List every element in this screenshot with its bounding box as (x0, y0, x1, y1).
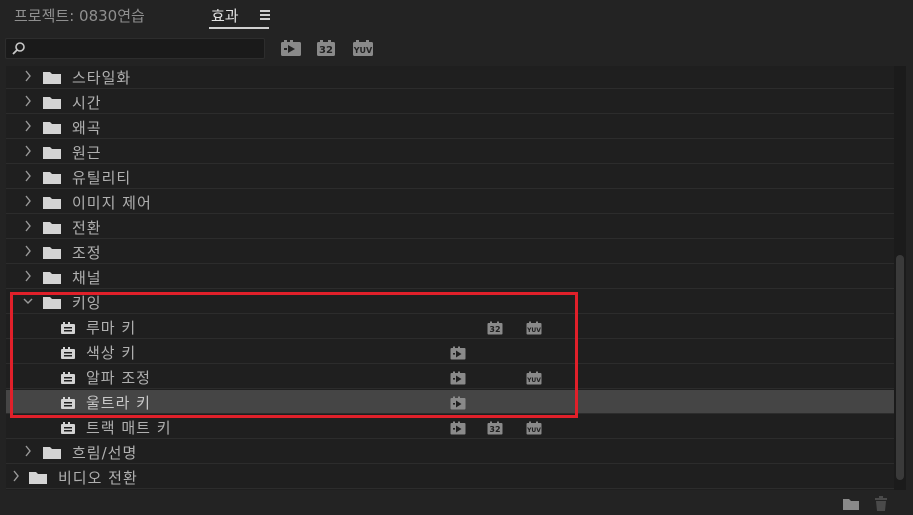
tree-row-label: 유틸리티 (72, 169, 132, 187)
search-field[interactable] (5, 38, 265, 59)
32bit-badge-icon: 32 (487, 421, 503, 435)
chevron-right-icon[interactable] (23, 444, 33, 458)
tree-row-label: 키잉 (72, 294, 102, 312)
tree-folder-row[interactable]: 전환 (6, 215, 894, 239)
yuv-badge-icon: YUV (526, 321, 542, 335)
tree-effect-row[interactable]: 색상 키 (6, 340, 894, 364)
tree-folder-row[interactable]: 왜곡 (6, 115, 894, 139)
trash-icon[interactable] (874, 496, 888, 512)
tree-folder-row[interactable]: 키잉 (6, 290, 894, 314)
folder-icon (43, 447, 61, 459)
tree-row-label: 왜곡 (72, 119, 102, 137)
chevron-right-icon[interactable] (11, 469, 21, 483)
tree-row-label: 채널 (72, 269, 102, 287)
panel-footer (0, 490, 913, 515)
chevron-right-icon[interactable] (23, 244, 33, 258)
chevron-right-icon[interactable] (23, 269, 33, 283)
tree-row-label: 조정 (72, 244, 102, 262)
effect-icon (61, 347, 75, 359)
hamburger-menu-icon[interactable] (260, 6, 272, 22)
folder-icon (43, 222, 61, 234)
tree-row-label: 울트라 키 (86, 394, 151, 412)
folder-icon (43, 197, 61, 209)
folder-icon (29, 472, 47, 484)
svg-text:32: 32 (489, 425, 500, 434)
chevron-right-icon[interactable] (23, 144, 33, 158)
tree-folder-row[interactable]: 원근 (6, 140, 894, 164)
tree-row-label: 비디오 전환 (58, 469, 138, 487)
tree-row-label: 루마 키 (86, 319, 137, 337)
active-tab-indicator (209, 27, 269, 29)
search-icon (12, 42, 25, 55)
folder-icon (43, 97, 61, 109)
yuv-badge-icon: YUV (526, 371, 542, 385)
32bit-filter-label: 32 (319, 45, 333, 56)
tree-effect-row[interactable]: 울트라 키 (6, 390, 894, 414)
accelerated-effect-badge-icon (450, 371, 466, 385)
32bit-filter-icon[interactable]: 32 (316, 39, 336, 57)
chevron-down-icon[interactable] (23, 294, 33, 308)
tree-folder-row[interactable]: 시간 (6, 90, 894, 114)
effect-icon (61, 397, 75, 409)
accelerated-effect-badge-icon (450, 396, 466, 410)
accelerated-effect-badge-icon (450, 421, 466, 435)
tree-folder-row[interactable]: 스타일화 (6, 66, 894, 89)
yuv-filter-label: YUV (353, 46, 373, 55)
svg-text:YUV: YUV (526, 377, 541, 384)
svg-text:32: 32 (489, 325, 500, 334)
accelerated-effect-badge-icon (450, 346, 466, 360)
tree-folder-row[interactable]: 흐림/선명 (6, 440, 894, 464)
svg-text:YUV: YUV (526, 427, 541, 434)
new-bin-icon[interactable] (842, 497, 860, 511)
tab-project[interactable]: 프로젝트: 0830연습 (14, 5, 145, 26)
folder-icon (43, 172, 61, 184)
tree-effect-row[interactable]: 루마 키 32 YUV (6, 315, 894, 339)
effects-tree: 스타일화시간왜곡원근유틸리티이미지 제어전환조정채널키잉루마 키 32 YUV 색상 … (6, 66, 894, 490)
yuv-filter-icon[interactable]: YUV (352, 39, 374, 57)
tree-folder-row[interactable]: 이미지 제어 (6, 190, 894, 214)
tree-effect-row[interactable]: 트랙 매트 키 32 YUV (6, 415, 894, 439)
effect-icon (61, 322, 75, 334)
tree-row-label: 이미지 제어 (72, 194, 152, 212)
tree-row-label: 트랙 매트 키 (86, 419, 172, 437)
chevron-right-icon[interactable] (23, 194, 33, 208)
folder-icon (43, 272, 61, 284)
tab-effects[interactable]: 효과 (211, 5, 239, 26)
tree-folder-row[interactable]: 비디오 전환 (6, 465, 894, 489)
tree-row-label: 스타일화 (72, 69, 132, 87)
tree-row-label: 알파 조정 (86, 369, 151, 387)
tree-folder-row[interactable]: 유틸리티 (6, 165, 894, 189)
chevron-right-icon[interactable] (23, 169, 33, 183)
tree-row-label: 시간 (72, 94, 102, 112)
chevron-right-icon[interactable] (23, 119, 33, 133)
yuv-badge-icon: YUV (526, 421, 542, 435)
accelerated-effects-filter-icon[interactable] (280, 39, 302, 57)
folder-icon (43, 147, 61, 159)
tree-effect-row[interactable]: 알파 조정 YUV (6, 365, 894, 389)
search-input[interactable] (28, 40, 258, 57)
svg-text:YUV: YUV (526, 327, 541, 334)
tree-row-label: 전환 (72, 219, 102, 237)
effect-icon (61, 422, 75, 434)
panel-tab-bar: 프로젝트: 0830연습 효과 (0, 0, 913, 32)
tree-row-label: 원근 (72, 144, 102, 162)
tree-folder-row[interactable]: 조정 (6, 240, 894, 264)
tree-row-label: 색상 키 (86, 344, 137, 362)
folder-icon (43, 72, 61, 84)
chevron-right-icon[interactable] (23, 94, 33, 108)
folder-icon (43, 122, 61, 134)
effect-icon (61, 372, 75, 384)
folder-icon (43, 247, 61, 259)
chevron-right-icon[interactable] (23, 69, 33, 83)
32bit-badge-icon: 32 (487, 321, 503, 335)
folder-icon (43, 297, 61, 309)
scrollbar-thumb[interactable] (896, 255, 904, 480)
tree-folder-row[interactable]: 채널 (6, 265, 894, 289)
chevron-right-icon[interactable] (23, 219, 33, 233)
tree-row-label: 흐림/선명 (72, 444, 138, 462)
